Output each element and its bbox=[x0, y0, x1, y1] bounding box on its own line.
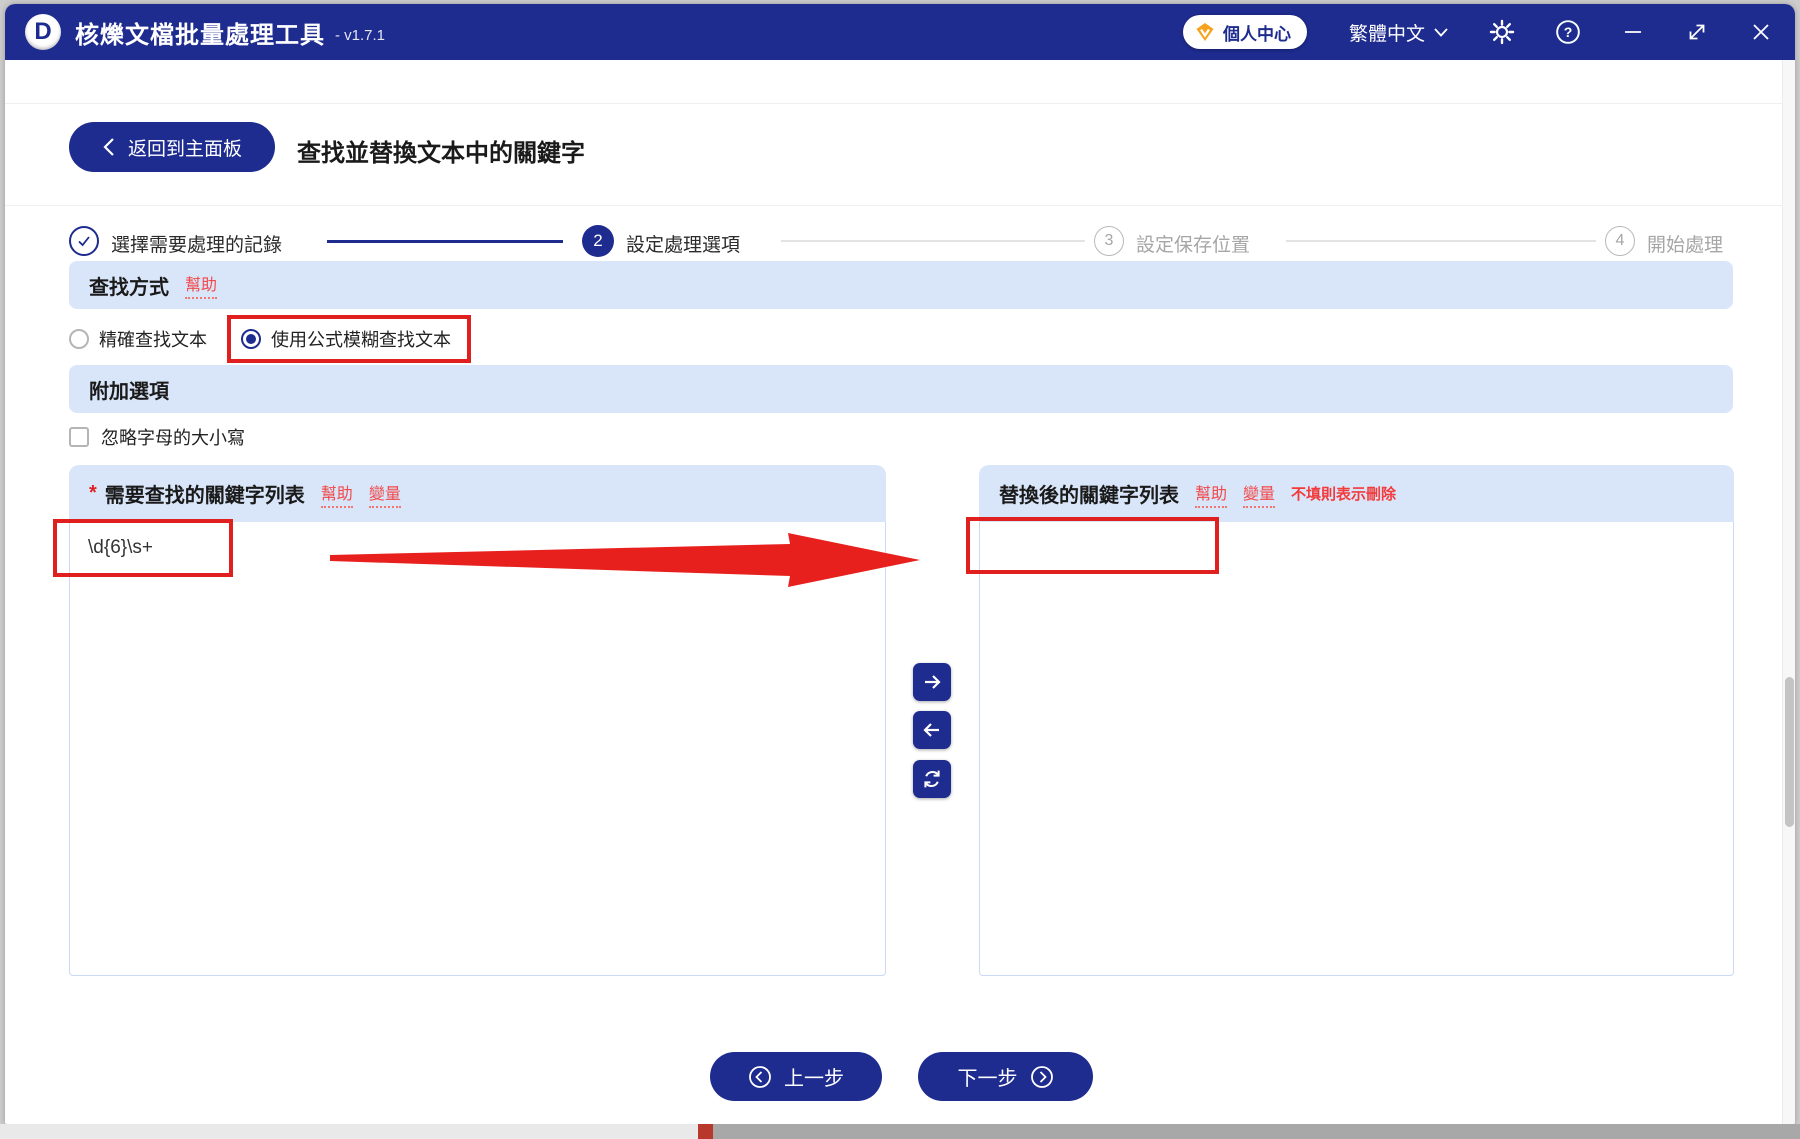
move-right-button[interactable] bbox=[913, 663, 951, 701]
page-title: 查找並替換文本中的關鍵字 bbox=[297, 140, 585, 167]
close-icon bbox=[1753, 24, 1769, 40]
step-connector-2 bbox=[781, 240, 1085, 242]
find-mode-help-link[interactable]: 幫助 bbox=[185, 271, 218, 299]
extra-options-title: 附加選項 bbox=[89, 380, 169, 403]
ignore-case-label[interactable]: 忽略字母的大小寫 bbox=[101, 424, 245, 450]
vip-gem-icon bbox=[1196, 23, 1214, 41]
back-to-dashboard-button[interactable]: 返回到主面板 bbox=[69, 122, 275, 172]
app-title: 核爍文檔批量處理工具 bbox=[75, 21, 325, 49]
required-mark: * bbox=[89, 482, 97, 504]
titlebar: D 核爍文檔批量處理工具 - v1.7.1 個人中心 繁體中文 ? bbox=[5, 4, 1795, 60]
radio-fuzzy-find-label[interactable]: 使用公式模糊查找文本 bbox=[271, 326, 451, 352]
divider bbox=[5, 205, 1795, 206]
close-button[interactable] bbox=[1749, 20, 1773, 44]
replace-keywords-panel: 替換後的關鍵字列表 幫助 變量 不填則表示刪除 bbox=[979, 465, 1734, 976]
extra-options-section-header: 附加選項 bbox=[69, 365, 1733, 413]
find-panel-help-link[interactable]: 幫助 bbox=[320, 480, 353, 508]
move-left-button[interactable] bbox=[913, 711, 951, 749]
step-2-label: 設定處理選項 bbox=[626, 235, 741, 256]
divider bbox=[5, 103, 1795, 104]
circle-chevron-left-icon bbox=[749, 1065, 771, 1088]
prev-step-button[interactable]: 上一步 bbox=[710, 1052, 882, 1101]
next-step-label: 下一步 bbox=[957, 1068, 1018, 1090]
annotation-rect-fuzzy-radio: 使用公式模糊查找文本 bbox=[227, 315, 471, 363]
replace-panel-title: 替換後的關鍵字列表 bbox=[999, 485, 1179, 507]
find-panel-variable-link[interactable]: 變量 bbox=[368, 480, 401, 508]
find-mode-options: 精確查找文本 使用公式模糊查找文本 bbox=[69, 315, 471, 363]
swap-refresh-button[interactable] bbox=[913, 760, 951, 798]
replace-panel-variable-link[interactable]: 變量 bbox=[1243, 480, 1276, 508]
step-connector-1 bbox=[327, 240, 563, 243]
check-icon bbox=[78, 236, 90, 247]
prev-step-label: 上一步 bbox=[784, 1068, 844, 1090]
find-keywords-panel: * 需要查找的關鍵字列表 幫助 變量 \d{6}\s+ bbox=[69, 465, 886, 976]
step-4-label: 開始處理 bbox=[1647, 235, 1724, 256]
gear-icon bbox=[1489, 19, 1515, 45]
language-label: 繁體中文 bbox=[1348, 23, 1425, 45]
app-logo: D bbox=[25, 14, 61, 50]
desktop-edge-red-sliver bbox=[698, 1124, 713, 1139]
svg-text:?: ? bbox=[1564, 24, 1573, 40]
step-1-label: 選擇需要處理的記錄 bbox=[111, 235, 283, 256]
settings-button[interactable] bbox=[1489, 19, 1515, 45]
desktop-edge bbox=[0, 1124, 1800, 1139]
minimize-icon bbox=[1625, 31, 1641, 33]
radio-exact-find[interactable] bbox=[69, 329, 89, 349]
help-icon: ? bbox=[1556, 20, 1580, 44]
find-mode-title: 查找方式 bbox=[89, 276, 169, 299]
next-step-button[interactable]: 下一步 bbox=[918, 1052, 1093, 1101]
step-connector-3 bbox=[1286, 240, 1596, 242]
app-window: D 核爍文檔批量處理工具 - v1.7.1 個人中心 繁體中文 ? 返回到主面板… bbox=[5, 4, 1795, 1124]
replace-panel-header: 替換後的關鍵字列表 幫助 變量 不填則表示刪除 bbox=[979, 465, 1734, 522]
scrollbar-thumb[interactable] bbox=[1785, 677, 1794, 827]
step-3-circle: 3 bbox=[1094, 226, 1124, 256]
arrow-right-icon bbox=[925, 675, 941, 689]
radio-fuzzy-find[interactable] bbox=[241, 329, 261, 349]
replace-keywords-input[interactable] bbox=[979, 522, 1734, 976]
user-center-label: 個人中心 bbox=[1222, 24, 1291, 44]
find-keywords-input[interactable]: \d{6}\s+ bbox=[69, 522, 886, 976]
user-center-button[interactable]: 個人中心 bbox=[1182, 15, 1307, 49]
step-4-circle: 4 bbox=[1605, 226, 1635, 256]
replace-panel-help-link[interactable]: 幫助 bbox=[1195, 480, 1228, 508]
resize-icon bbox=[1689, 24, 1705, 40]
refresh-icon bbox=[924, 770, 940, 788]
arrow-left-icon bbox=[923, 723, 939, 737]
step-3-label: 設定保存位置 bbox=[1136, 235, 1251, 256]
find-mode-section-header: 查找方式 幫助 bbox=[69, 261, 1733, 309]
chevron-left-icon bbox=[103, 138, 114, 156]
find-keywords-value: \d{6}\s+ bbox=[88, 537, 153, 558]
step-2-circle: 2 bbox=[582, 225, 614, 257]
step-1-circle bbox=[69, 226, 99, 256]
app-version: - v1.7.1 bbox=[335, 26, 386, 44]
find-panel-header: * 需要查找的關鍵字列表 幫助 變量 bbox=[69, 465, 886, 522]
chevron-down-icon bbox=[1434, 28, 1448, 37]
find-panel-title: 需要查找的關鍵字列表 bbox=[104, 485, 305, 507]
language-selector[interactable]: 繁體中文 bbox=[1349, 19, 1449, 46]
ignore-case-checkbox[interactable] bbox=[69, 427, 89, 447]
minimize-button[interactable] bbox=[1621, 20, 1645, 44]
replace-empty-note: 不填則表示刪除 bbox=[1291, 486, 1397, 503]
circle-chevron-right-icon bbox=[1030, 1065, 1053, 1088]
help-button[interactable]: ? bbox=[1555, 19, 1581, 45]
desktop-edge-light bbox=[0, 1124, 698, 1139]
ignore-case-row: 忽略字母的大小寫 bbox=[69, 424, 245, 450]
maximize-button[interactable] bbox=[1685, 20, 1709, 44]
radio-exact-find-label[interactable]: 精確查找文本 bbox=[99, 326, 207, 352]
back-button-label: 返回到主面板 bbox=[127, 138, 242, 160]
scrollbar-track[interactable] bbox=[1782, 60, 1795, 1124]
